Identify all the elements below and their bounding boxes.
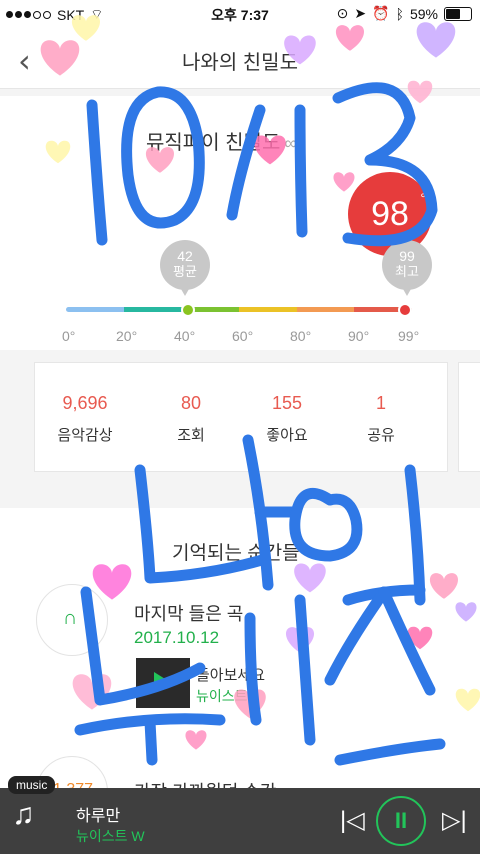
tick-label: 0° xyxy=(62,328,76,344)
average-bubble: 42 평균 xyxy=(160,240,210,296)
tick-label: 60° xyxy=(232,328,254,344)
degree-symbol: ° xyxy=(420,190,426,206)
tick-label: 90° xyxy=(348,328,370,344)
infinity-icon: ∞ xyxy=(284,133,298,153)
stat-label: 공유 xyxy=(367,427,395,444)
stat-likes: 155 좋아요 xyxy=(237,393,337,445)
stat-value: 80 xyxy=(180,393,202,413)
moments-title: 기억되는 순간들 xyxy=(172,543,300,564)
last-played-label: 마지막 들은 곡 xyxy=(134,604,244,624)
alarm-icon: ⏰ xyxy=(372,5,390,21)
page-title: 나와의 친밀도 xyxy=(182,52,298,74)
bluetooth-icon: ᛒ xyxy=(395,5,404,22)
song-title[interactable]: 돌아보세요 xyxy=(196,664,265,685)
intimacy-card: 뮤직파이 친밀도 ∞ 98 ° 42 평균 99 최고 0° 20° 40° 60… xyxy=(0,96,480,350)
average-marker xyxy=(181,303,195,317)
stat-value: 1 xyxy=(375,393,386,413)
tick-label: 20° xyxy=(116,328,138,344)
tick-label: 40° xyxy=(174,328,196,344)
intimacy-title: 뮤직파이 친밀도 xyxy=(146,132,281,154)
music-badge: music xyxy=(8,776,56,794)
best-value: 99 xyxy=(399,248,415,264)
stat-shares: 1 공유 xyxy=(331,393,431,445)
player-artist[interactable]: 뉴이스트 W xyxy=(76,826,145,846)
player-title[interactable]: 하루만 xyxy=(76,802,120,826)
next-card-peek[interactable] xyxy=(458,362,480,472)
last-played-circle: ∩ xyxy=(36,584,108,656)
average-label: 평균 xyxy=(173,264,197,279)
headphone-icon: ∩ xyxy=(63,607,78,629)
stat-listen: 9,696 음악감상 xyxy=(35,393,135,445)
intimacy-scale xyxy=(66,307,412,312)
rotation-lock-icon: ⊙ xyxy=(336,5,349,21)
stats-card[interactable]: 9,696 음악감상 80 조회 155 좋아요 1 공유 xyxy=(34,362,448,472)
header: ‹ 나와의 친밀도 xyxy=(0,28,480,89)
last-played-date: 2017.10.12 xyxy=(134,628,220,647)
status-bar: SKT ⌔ 오후 7:37 ⊙ ➤ ⏰ ᛒ 59% xyxy=(0,0,480,28)
battery-percent: 59% xyxy=(409,5,438,22)
next-button[interactable]: ▷| xyxy=(442,806,467,835)
moments-card: 기억되는 순간들 ∩ 마지막 들은 곡 2017.10.12 돌아보세요 뉴이스… xyxy=(0,508,480,828)
stat-views: 80 조회 xyxy=(141,393,241,445)
stat-label: 좋아요 xyxy=(266,427,308,444)
best-marker xyxy=(398,303,412,317)
best-label: 최고 xyxy=(395,264,419,279)
stat-label: 조회 xyxy=(177,427,205,444)
tick-label: 99° xyxy=(398,328,420,344)
best-bubble: 99 최고 xyxy=(382,240,432,296)
battery-icon xyxy=(444,6,472,21)
previous-button[interactable]: |◁ xyxy=(340,806,365,835)
stat-value: 9,696 xyxy=(62,393,108,413)
score-value: 98 xyxy=(371,195,409,233)
location-icon: ➤ xyxy=(354,5,367,21)
stat-label: 음악감상 xyxy=(57,427,113,444)
average-value: 42 xyxy=(177,248,193,264)
stat-value: 155 xyxy=(271,393,303,413)
mini-player[interactable]: music ♫ 하루만 뉴이스트 W |◁ II ▷| xyxy=(0,776,480,854)
album-thumbnail[interactable] xyxy=(136,658,190,708)
tick-label: 80° xyxy=(290,328,312,344)
song-artist[interactable]: 뉴이스트 xyxy=(196,686,248,706)
pause-button[interactable]: II xyxy=(376,796,426,846)
playlist-music-icon[interactable]: ♫ xyxy=(12,798,35,832)
play-icon xyxy=(154,672,170,692)
